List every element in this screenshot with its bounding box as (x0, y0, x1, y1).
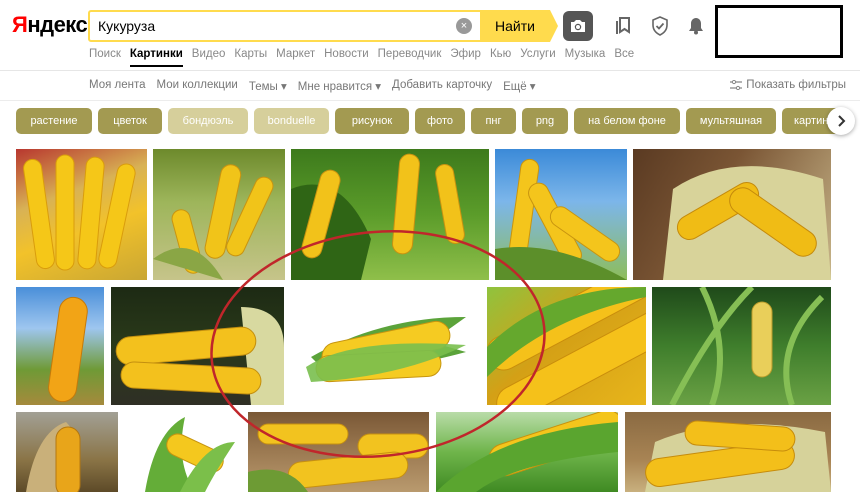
search-clear-icon[interactable]: × (456, 18, 472, 34)
image-result[interactable] (652, 287, 831, 405)
image-result[interactable] (436, 412, 618, 492)
image-result[interactable] (487, 287, 646, 405)
filters-label: Показать фильтры (746, 79, 846, 91)
service-all[interactable]: Все (614, 48, 634, 67)
image-result[interactable] (16, 412, 118, 492)
bell-icon[interactable] (686, 16, 706, 36)
related-queries: растение цветок бондюэль bonduelle рисун… (16, 108, 848, 134)
image-result[interactable] (125, 412, 241, 492)
chip[interactable]: на белом фоне (574, 108, 680, 134)
collections-icon[interactable] (614, 16, 634, 36)
service-music[interactable]: Музыка (565, 48, 606, 67)
subnav-my-collections[interactable]: Мои коллекции (157, 79, 238, 93)
yandex-logo[interactable]: Яндекс (12, 12, 88, 38)
search-box: × Найти (88, 10, 558, 42)
image-result[interactable] (16, 149, 147, 280)
image-result[interactable] (633, 149, 831, 280)
subnav-more[interactable]: Ещё ▾ (503, 79, 536, 93)
service-video[interactable]: Видео (192, 48, 226, 67)
service-ether[interactable]: Эфир (450, 48, 481, 67)
search-button[interactable]: Найти (480, 10, 558, 42)
camera-icon[interactable] (563, 11, 593, 41)
service-translate[interactable]: Переводчик (378, 48, 442, 67)
subnav-likes[interactable]: Мне нравится ▾ (298, 79, 381, 93)
service-news[interactable]: Новости (324, 48, 369, 67)
service-market[interactable]: Маркет (276, 48, 315, 67)
show-filters-button[interactable]: Показать фильтры (730, 79, 846, 91)
search-input[interactable] (90, 12, 456, 40)
filters-icon (730, 80, 743, 90)
image-result[interactable] (153, 149, 285, 280)
image-result[interactable] (291, 287, 480, 405)
service-images[interactable]: Картинки (129, 48, 183, 67)
image-result[interactable] (111, 287, 284, 405)
services-nav: Поиск Картинки Видео Карты Маркет Новост… (89, 48, 643, 67)
image-result[interactable] (625, 412, 831, 492)
chip[interactable]: фото (415, 108, 465, 134)
service-uslugi[interactable]: Услуги (520, 48, 555, 67)
shield-icon[interactable] (650, 16, 670, 36)
chip[interactable]: бондюэль (168, 108, 248, 134)
chip[interactable]: пнг (471, 108, 516, 134)
divider (0, 70, 860, 71)
image-result[interactable] (248, 412, 429, 492)
logo-first-letter: Я (12, 12, 28, 37)
image-result[interactable] (291, 149, 489, 280)
subnav-add-card[interactable]: Добавить карточку (392, 79, 492, 93)
divider (0, 100, 860, 101)
images-subnav: Моя лента Мои коллекции Темы ▾ Мне нрави… (89, 79, 547, 93)
service-maps[interactable]: Карты (234, 48, 267, 67)
service-search[interactable]: Поиск (89, 48, 121, 67)
image-result[interactable] (16, 287, 104, 405)
chip[interactable]: растение (16, 108, 92, 134)
login-area[interactable] (715, 5, 843, 58)
chevron-right-icon[interactable] (827, 107, 855, 135)
image-result[interactable] (495, 149, 627, 280)
service-q[interactable]: Кью (490, 48, 511, 67)
logo-rest: ндекс (27, 12, 88, 37)
subnav-themes[interactable]: Темы ▾ (249, 79, 287, 93)
chip[interactable]: рисунок (335, 108, 409, 134)
chip[interactable]: bonduelle (254, 108, 329, 134)
chip[interactable]: png (522, 108, 568, 134)
subnav-my-feed[interactable]: Моя лента (89, 79, 146, 93)
chip[interactable]: цветок (98, 108, 162, 134)
chip[interactable]: мультяшная (686, 108, 776, 134)
